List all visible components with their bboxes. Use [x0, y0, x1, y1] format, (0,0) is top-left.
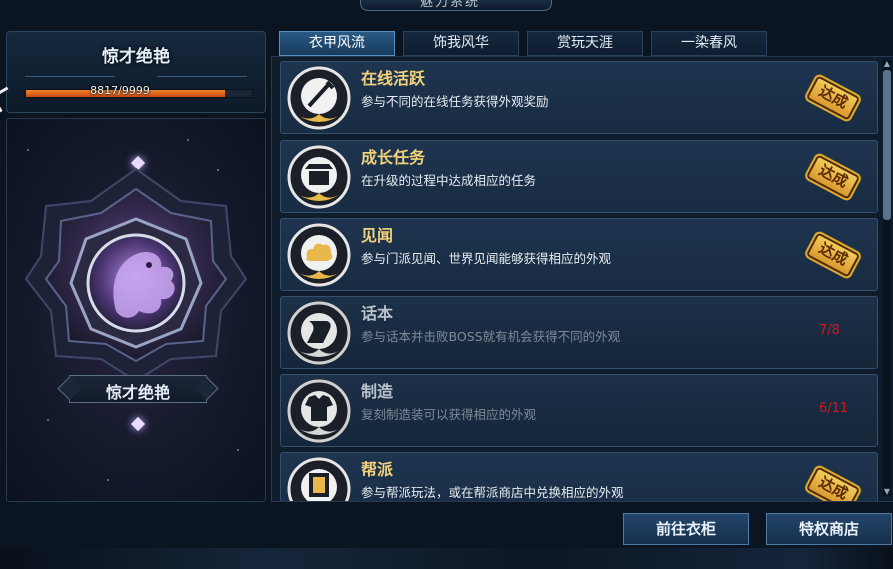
charm-emblem-icon	[24, 167, 248, 381]
task-title: 见闻	[361, 226, 394, 245]
task-description: 在升级的过程中达成相应的任务	[361, 173, 537, 188]
banner-icon	[287, 457, 351, 501]
charm-summary-card: 惊才绝艳 8817/9999	[6, 31, 266, 113]
task-description: 参与不同的在线任务获得外观奖励	[361, 94, 549, 109]
task-row[interactable]: 成长任务 在升级的过程中达成相应的任务 达成	[280, 140, 878, 213]
divider	[157, 76, 247, 77]
pavilion-icon	[287, 145, 351, 209]
task-title: 话本	[361, 304, 394, 323]
completed-stamp: 达成	[803, 151, 863, 203]
task-row[interactable]: 见闻 参与门派见闻、世界见闻能够获得相应的外观 达成	[280, 218, 878, 291]
scroll-thumb[interactable]	[883, 70, 891, 220]
task-description: 参与话本并击败BOSS就有机会获得不同的外观	[361, 329, 621, 344]
diamond-ornament	[130, 416, 146, 432]
privilege-shop-button[interactable]: 特权商店	[766, 513, 892, 545]
task-row[interactable]: 在线活跃 参与不同的在线任务获得外观奖励 达成	[280, 61, 878, 134]
completed-stamp: 达成	[803, 72, 863, 124]
tab-accessory[interactable]: 饰我风华	[403, 31, 519, 56]
armor-icon	[287, 379, 351, 443]
divider	[25, 76, 115, 77]
task-title: 制造	[361, 382, 394, 401]
emblem-panel: 惊才绝艳	[6, 118, 266, 502]
task-list: 在线活跃 参与不同的在线任务获得外观奖励 达成 成长任务 在升级的过程中达成相应…	[271, 56, 893, 502]
sword-icon	[287, 66, 351, 130]
task-title: 成长任务	[361, 148, 426, 167]
task-row[interactable]: 制造 复刻制造装可以获得相应的外观 6/11	[280, 374, 878, 447]
tab-costume[interactable]: 衣甲风流	[279, 31, 395, 56]
scroll-up-icon[interactable]: ▲	[883, 60, 891, 68]
task-progress: 7/8	[819, 323, 840, 338]
cloud-scroll-icon	[287, 223, 351, 287]
completed-stamp: 达成	[803, 463, 863, 501]
completed-stamp: 达成	[803, 229, 863, 281]
task-description: 参与帮派玩法，或在帮派商店中兑换相应的外观	[361, 485, 624, 500]
task-row[interactable]: 话本 参与话本并击败BOSS就有机会获得不同的外观 7/8	[280, 296, 878, 369]
task-title: 帮派	[361, 460, 394, 479]
scroll-icon	[287, 301, 351, 365]
task-progress: 6/11	[819, 401, 849, 416]
charm-rank-title: 惊才绝艳	[102, 47, 170, 67]
emblem-name: 惊才绝艳	[105, 383, 170, 402]
emblem-name-plate: 惊才绝艳	[69, 375, 207, 403]
scroll-down-icon[interactable]: ▼	[883, 488, 891, 496]
tab-dye[interactable]: 一染春风	[651, 31, 767, 56]
category-tabs: 衣甲风流 饰我风华 赏玩天涯 一染春风	[279, 31, 767, 56]
task-row[interactable]: 帮派 参与帮派玩法，或在帮派商店中兑换相应的外观 达成	[280, 452, 878, 501]
list-scrollbar[interactable]: ▲ ▼	[883, 60, 891, 496]
charm-progress-text: 8817/9999	[90, 84, 150, 97]
bottom-ornament	[0, 548, 893, 569]
go-to-wardrobe-button[interactable]: 前往衣柜	[623, 513, 749, 545]
task-description: 参与门派见闻、世界见闻能够获得相应的外观	[361, 251, 612, 266]
task-title: 在线活跃	[361, 69, 426, 88]
tab-collectibles[interactable]: 赏玩天涯	[527, 31, 643, 56]
window-title: 魅力系统	[420, 0, 481, 10]
task-description: 复刻制造装可以获得相应的外观	[361, 407, 537, 422]
